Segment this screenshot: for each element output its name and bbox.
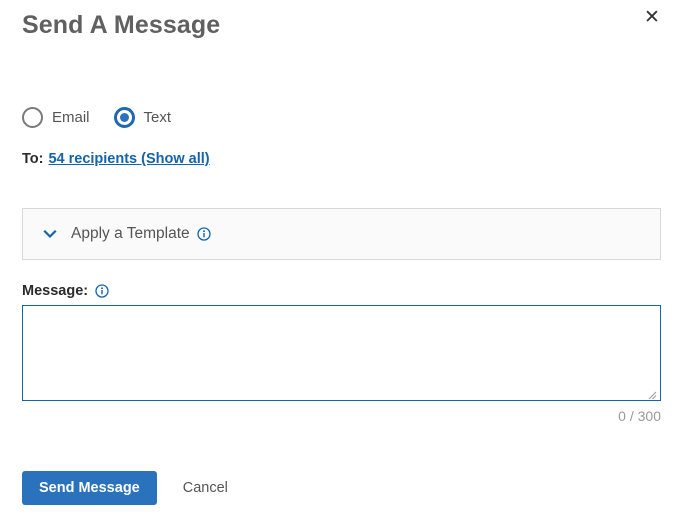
- template-info-icon[interactable]: [196, 227, 211, 241]
- message-label-row: Message:: [22, 283, 109, 299]
- channel-radio-group: Email Text: [22, 105, 195, 129]
- recipients-row: To: 54 recipients (Show all): [22, 151, 210, 167]
- character-counter: 0 / 300: [618, 408, 661, 424]
- radio-label-email: Email: [52, 108, 90, 126]
- dialog-footer: Send Message Cancel: [22, 471, 228, 505]
- apply-template-panel[interactable]: Apply a Template: [22, 208, 661, 260]
- message-info-icon[interactable]: [95, 284, 109, 298]
- send-message-button[interactable]: Send Message: [22, 471, 157, 505]
- message-label: Message:: [22, 283, 89, 299]
- page-title: Send A Message: [22, 11, 221, 39]
- dialog-header: Send A Message ✕: [0, 0, 683, 60]
- radio-label-text: Text: [143, 108, 172, 126]
- recipients-label: To:: [22, 151, 44, 167]
- chevron-down-icon: [41, 225, 59, 243]
- send-message-dialog: Send A Message ✕ Email Text To: 54 recip…: [0, 0, 683, 520]
- radio-mark-email: [22, 106, 43, 128]
- cancel-button[interactable]: Cancel: [183, 480, 228, 496]
- radio-option-email[interactable]: Email: [22, 106, 90, 128]
- radio-option-text[interactable]: Text: [113, 106, 172, 128]
- radio-mark-text: [113, 106, 135, 128]
- apply-template-label: Apply a Template: [71, 225, 190, 242]
- message-input[interactable]: [22, 305, 661, 401]
- close-icon[interactable]: ✕: [639, 4, 665, 30]
- recipients-show-all-link[interactable]: 54 recipients (Show all): [48, 151, 209, 167]
